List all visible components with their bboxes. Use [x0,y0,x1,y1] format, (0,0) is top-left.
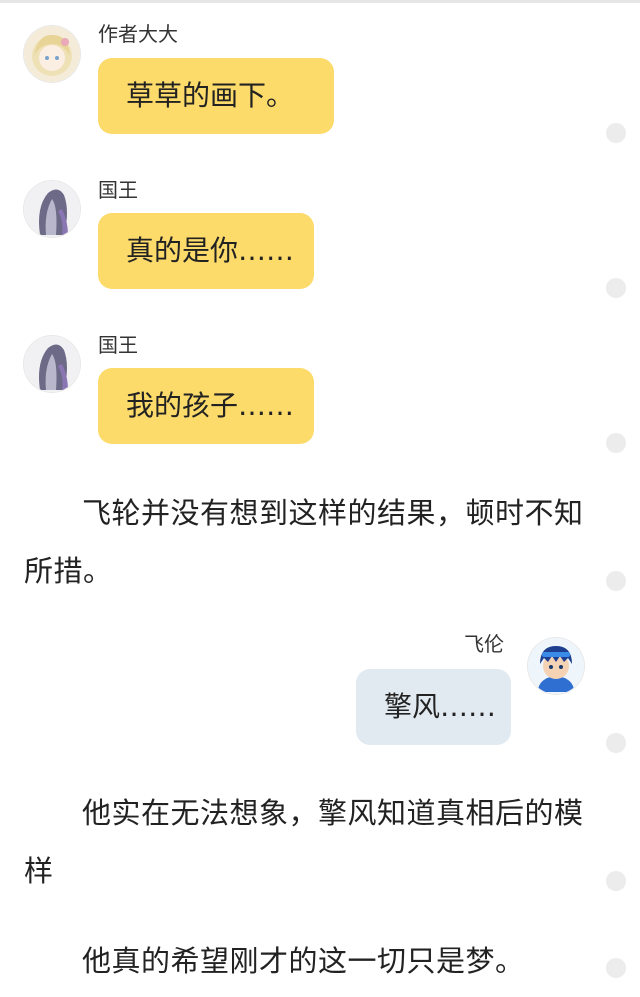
narration-paragraph: 他实在无法想象，擎风知道真相后的模样 [24,796,584,888]
circle-dot-icon[interactable] [606,278,626,298]
circle-dot-icon[interactable] [606,958,626,978]
purple-hair-avatar[interactable] [24,181,80,237]
circle-dot-icon[interactable] [606,571,626,591]
circle-dot-icon[interactable] [606,871,626,891]
speaker-name: 作者大大 [98,22,178,46]
narration-paragraph: 飞轮并没有想到这样的结果，顿时不知所措。 [24,496,584,588]
blonde-girl-avatar[interactable] [24,26,80,82]
message-bubble[interactable]: 我的孩子…… [98,368,314,444]
circle-dot-icon[interactable] [606,433,626,453]
purple-hair-avatar[interactable] [24,336,80,392]
blue-boy-avatar[interactable] [528,638,584,694]
narration-paragraph: 他真的希望刚才的这一切只是梦。 [82,944,525,978]
top-divider [0,0,640,3]
speaker-name: 飞伦 [464,632,504,656]
speaker-name: 国王 [98,333,138,357]
message-bubble[interactable]: 草草的画下。 [98,58,334,134]
speaker-name: 国王 [98,178,138,202]
message-bubble[interactable]: 真的是你…… [98,213,314,289]
message-bubble[interactable]: 擎风…… [356,669,511,745]
circle-dot-icon[interactable] [606,123,626,143]
circle-dot-icon[interactable] [606,733,626,753]
